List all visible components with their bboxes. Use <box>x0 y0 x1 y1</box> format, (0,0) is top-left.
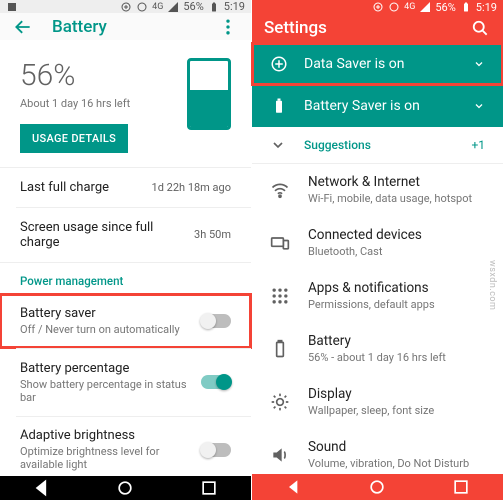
chevron-down-icon <box>473 100 485 112</box>
nfc-status-icon <box>136 1 148 13</box>
adaptive-toggle[interactable] <box>201 443 231 457</box>
nav-recent-icon[interactable] <box>199 478 219 498</box>
usage-details-button[interactable]: USAGE DETAILS <box>20 124 128 153</box>
app-icon <box>6 1 18 13</box>
data-saver-label: Data Saver is on <box>304 56 457 72</box>
status-time: 5:19 <box>476 1 497 14</box>
item-sub: Wi-Fi, mobile, data usage, hotspot <box>308 192 472 205</box>
item-title: Connected devices <box>308 227 422 243</box>
nav-back-icon[interactable] <box>284 477 304 497</box>
status-bar: 4G 56% 5:19 <box>252 0 503 14</box>
battery-estimate: About 1 day 16 hrs left <box>20 97 175 110</box>
signal-icon <box>167 1 179 13</box>
settings-item-apps[interactable]: Apps & notifications Permissions, default… <box>252 269 503 322</box>
battery-saver-sub: Off / Never turn on automatically <box>20 323 180 336</box>
battery-saver-toggle[interactable] <box>201 314 231 328</box>
lte-label: 4G <box>404 2 415 12</box>
battery-icon <box>270 97 288 115</box>
last-full-charge-row: Last full charge 1d 22h 18m ago <box>0 168 251 207</box>
settings-screen: 4G 56% 5:19 Settings Data Saver is on Ba… <box>251 0 503 500</box>
battery-percent: 56% <box>20 58 175 93</box>
screen-usage-value: 3h 50m <box>194 228 231 241</box>
settings-item-network[interactable]: Network & Internet Wi-Fi, mobile, data us… <box>252 163 503 216</box>
saver-banners: Data Saver is on Battery Saver is on <box>252 43 503 127</box>
screen-usage-label: Screen usage since full charge <box>20 220 160 250</box>
battery-percentage-row[interactable]: Battery percentage Show battery percenta… <box>0 349 251 416</box>
search-icon[interactable] <box>469 17 491 39</box>
display-icon <box>270 392 290 412</box>
nav-recent-icon[interactable] <box>451 477 471 497</box>
settings-item-battery[interactable]: Battery 56% - about 1 day 16 hrs left <box>252 322 503 375</box>
battery-saver-title: Battery saver <box>20 306 180 321</box>
item-sub: 56% - about 1 day 16 hrs left <box>308 351 446 364</box>
nav-back-icon[interactable] <box>32 478 52 498</box>
last-charge-value: 1d 22h 18m ago <box>152 181 231 194</box>
data-saver-banner[interactable]: Data Saver is on <box>252 43 503 85</box>
suggestions-header[interactable]: Suggestions +1 <box>252 127 503 163</box>
settings-item-sound[interactable]: Sound Volume, vibration, Do Not Disturb <box>252 428 503 474</box>
settings-item-connected[interactable]: Connected devices Bluetooth, Cast <box>252 216 503 269</box>
settings-item-display[interactable]: Display Wallpaper, sleep, font size <box>252 375 503 428</box>
nav-bar <box>0 476 251 501</box>
battery-status-icon <box>460 1 472 13</box>
app-bar: Battery <box>0 13 251 40</box>
signal-icon <box>419 1 431 13</box>
item-title: Network & Internet <box>308 174 472 190</box>
data-saver-status-icon <box>120 1 132 13</box>
wifi-icon <box>270 180 290 200</box>
watermark: wsxdn.com <box>487 260 497 310</box>
item-title: Battery <box>308 333 446 349</box>
back-icon[interactable] <box>12 16 34 38</box>
nav-home-icon[interactable] <box>367 477 387 497</box>
nav-home-icon[interactable] <box>115 478 135 498</box>
data-saver-status-icon <box>372 1 384 13</box>
adaptive-title: Adaptive brightness <box>20 428 189 443</box>
item-sub: Bluetooth, Cast <box>308 245 422 258</box>
page-title: Settings <box>264 18 451 38</box>
status-time: 5:19 <box>224 0 245 13</box>
lte-label: 4G <box>152 2 163 12</box>
battery-summary: 56% About 1 day 16 hrs left USAGE DETAIL… <box>0 40 251 167</box>
devices-icon <box>270 233 290 253</box>
adaptive-sub: Optimize brightness level for available … <box>20 445 189 471</box>
page-title: Battery <box>52 17 199 37</box>
battery-percentage-sub: Show battery percentage in status bar <box>20 378 189 404</box>
power-management-header: Power management <box>0 262 251 294</box>
battery-saver-banner[interactable]: Battery Saver is on <box>252 85 503 127</box>
item-sub: Volume, vibration, Do Not Disturb <box>308 457 469 470</box>
battery-percentage-title: Battery percentage <box>20 361 189 376</box>
item-title: Sound <box>308 439 469 455</box>
battery-graphic <box>187 58 231 130</box>
adaptive-brightness-row[interactable]: Adaptive brightness Optimize brightness … <box>0 416 251 475</box>
battery-icon <box>270 339 290 359</box>
battery-screen: 4G 56% 5:19 Battery 56% About 1 day 16 h… <box>0 0 251 500</box>
battery-percentage-toggle[interactable] <box>201 375 231 389</box>
suggestions-label: Suggestions <box>304 138 471 152</box>
sound-icon <box>270 445 290 465</box>
last-charge-label: Last full charge <box>20 180 109 195</box>
status-battery-pct: 56% <box>435 1 455 14</box>
overflow-menu-icon[interactable] <box>217 16 239 38</box>
nfc-status-icon <box>388 1 400 13</box>
item-title: Apps & notifications <box>308 280 435 296</box>
suggestions-count: +1 <box>471 138 485 152</box>
apps-icon <box>270 286 290 306</box>
data-saver-icon <box>270 55 288 73</box>
item-title: Display <box>308 386 434 402</box>
app-bar: Settings <box>252 14 503 42</box>
status-battery-pct: 56% <box>183 0 203 13</box>
item-sub: Permissions, default apps <box>308 298 435 311</box>
screen-usage-row: Screen usage since full charge 3h 50m <box>0 208 251 262</box>
status-bar: 4G 56% 5:19 <box>0 0 251 13</box>
battery-saver-label: Battery Saver is on <box>304 98 457 114</box>
chevron-down-icon <box>270 137 286 153</box>
nav-bar <box>252 474 503 500</box>
battery-saver-row[interactable]: Battery saver Off / Never turn on automa… <box>0 294 251 348</box>
battery-status-icon <box>208 1 220 13</box>
chevron-down-icon <box>473 58 485 70</box>
item-sub: Wallpaper, sleep, font size <box>308 404 434 417</box>
